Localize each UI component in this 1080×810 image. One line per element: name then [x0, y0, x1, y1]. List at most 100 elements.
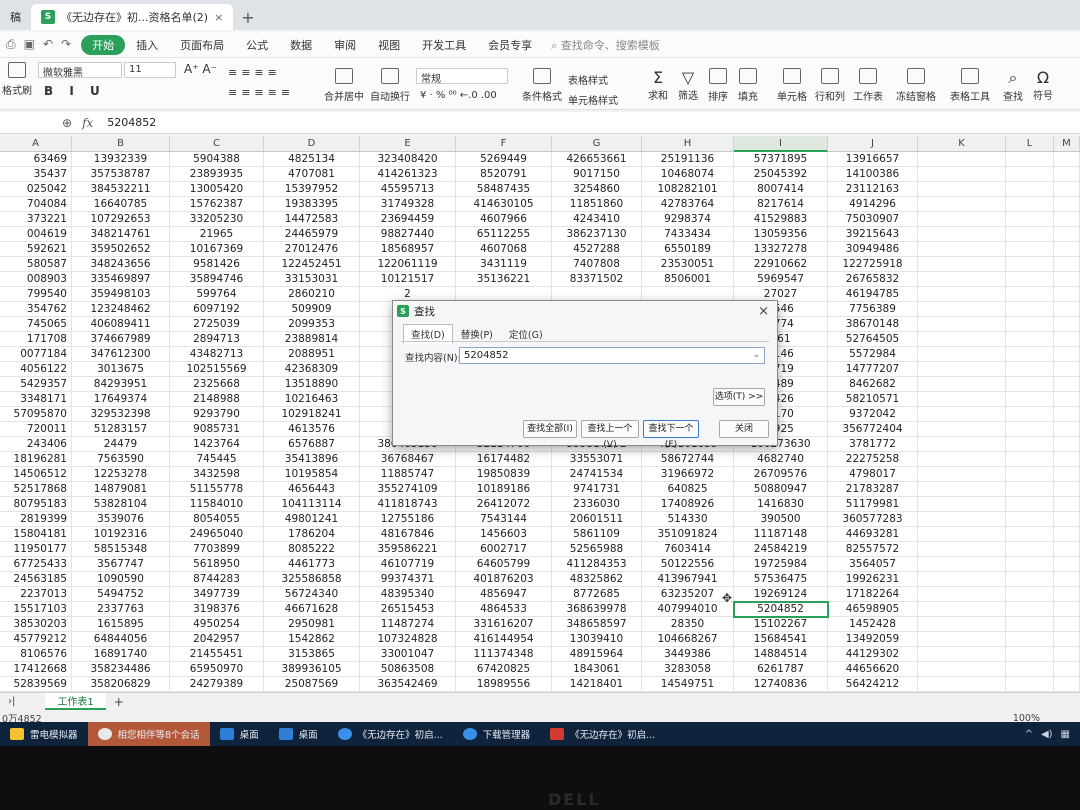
table-cell[interactable]: 107292653: [72, 212, 170, 227]
table-cell[interactable]: 26515453: [360, 602, 456, 617]
table-cell[interactable]: [918, 302, 1006, 317]
table-cell[interactable]: 4798017: [828, 467, 918, 482]
menu-developer[interactable]: 开发工具: [411, 37, 477, 53]
table-cell[interactable]: [1006, 227, 1054, 242]
table-cell[interactable]: [1006, 677, 1054, 692]
command-search[interactable]: ⌕ 查找命令、搜索模板: [551, 37, 660, 53]
options-button[interactable]: 选项(T) >>: [713, 388, 765, 406]
table-cell[interactable]: 514330: [642, 512, 734, 527]
table-cell[interactable]: 19383395: [264, 197, 360, 212]
table-cell[interactable]: [918, 557, 1006, 572]
table-cell[interactable]: 24479: [72, 437, 170, 452]
table-cell[interactable]: 23889814: [264, 332, 360, 347]
table-cell[interactable]: 44656620: [828, 662, 918, 677]
table-cell[interactable]: 26765832: [828, 272, 918, 287]
table-cell[interactable]: 799540: [0, 287, 72, 302]
table-cell[interactable]: 14218401: [552, 677, 642, 692]
table-cell[interactable]: [1054, 662, 1080, 677]
column-header-m[interactable]: M: [1054, 136, 1080, 152]
table-cell[interactable]: 12755186: [360, 512, 456, 527]
table-cell[interactable]: 356772404: [828, 422, 918, 437]
table-cell[interactable]: 2325668: [170, 377, 264, 392]
table-cell[interactable]: 122061119: [360, 257, 456, 272]
table-cell[interactable]: 56424212: [828, 677, 918, 692]
table-cell[interactable]: 4461773: [264, 557, 360, 572]
table-cell[interactable]: 363542469: [360, 677, 456, 692]
new-tab-button[interactable]: +: [233, 4, 262, 30]
table-cell[interactable]: 335469897: [72, 272, 170, 287]
table-cell[interactable]: 9372042: [828, 407, 918, 422]
table-cell[interactable]: 5904388: [170, 152, 264, 167]
table-cell[interactable]: 323408420: [360, 152, 456, 167]
table-cell[interactable]: [918, 632, 1006, 647]
table-cell[interactable]: 9293790: [170, 407, 264, 422]
table-cell[interactable]: [1054, 632, 1080, 647]
table-cell[interactable]: 4682740: [734, 452, 828, 467]
table-cell[interactable]: [1006, 407, 1054, 422]
table-cell[interactable]: [1006, 617, 1054, 632]
font-size-select[interactable]: 11: [124, 62, 176, 78]
column-header-g[interactable]: G: [552, 136, 642, 152]
table-cell[interactable]: [918, 317, 1006, 332]
table-cell[interactable]: 65112255: [456, 227, 552, 242]
table-cell[interactable]: [1006, 632, 1054, 647]
table-cell[interactable]: 8054055: [170, 512, 264, 527]
table-cell[interactable]: 3198376: [170, 602, 264, 617]
table-cell[interactable]: [918, 407, 1006, 422]
table-cell[interactable]: [918, 587, 1006, 602]
table-cell[interactable]: [1054, 257, 1080, 272]
table-cell[interactable]: [1006, 182, 1054, 197]
table-cell[interactable]: 348658597: [552, 617, 642, 632]
table-cell[interactable]: 7756389: [828, 302, 918, 317]
table-cell[interactable]: 3564057: [828, 557, 918, 572]
table-cell[interactable]: [1006, 212, 1054, 227]
table-cell[interactable]: [1054, 497, 1080, 512]
table-cell[interactable]: 411818743: [360, 497, 456, 512]
table-cell[interactable]: [1006, 332, 1054, 347]
table-cell[interactable]: 6002717: [456, 542, 552, 557]
table-cell[interactable]: 11584010: [170, 497, 264, 512]
table-cell[interactable]: [918, 272, 1006, 287]
table-cell[interactable]: 2819399: [0, 512, 72, 527]
table-cell[interactable]: 57371895: [734, 152, 828, 167]
table-cell[interactable]: [1006, 572, 1054, 587]
table-cell[interactable]: 8744283: [170, 572, 264, 587]
close-icon[interactable]: ×: [758, 304, 769, 319]
table-cell[interactable]: 720011: [0, 422, 72, 437]
table-cell[interactable]: 41529883: [734, 212, 828, 227]
table-cell[interactable]: 33553071: [552, 452, 642, 467]
table-cell[interactable]: [1006, 362, 1054, 377]
tab-previous[interactable]: 稿: [0, 4, 31, 30]
table-cell[interactable]: [1054, 512, 1080, 527]
table-cell[interactable]: [1054, 617, 1080, 632]
table-cell[interactable]: 102918241: [264, 407, 360, 422]
table-cell[interactable]: [918, 167, 1006, 182]
table-cell[interactable]: 373221: [0, 212, 72, 227]
table-cell[interactable]: [918, 662, 1006, 677]
table-cell[interactable]: 13039410: [552, 632, 642, 647]
table-cell[interactable]: [1054, 152, 1080, 167]
column-header-j[interactable]: J: [828, 136, 918, 152]
redo-icon[interactable]: ↷: [61, 37, 71, 52]
volume-icon[interactable]: ◀): [1041, 729, 1053, 740]
table-cell[interactable]: 2950981: [264, 617, 360, 632]
chevron-up-icon[interactable]: ^: [1025, 729, 1033, 740]
column-header-b[interactable]: B: [72, 136, 170, 152]
table-cell[interactable]: [1054, 677, 1080, 692]
table-cell[interactable]: 407994010: [642, 602, 734, 617]
table-cell[interactable]: 46671628: [264, 602, 360, 617]
table-cell[interactable]: 104668267: [642, 632, 734, 647]
table-cell[interactable]: 7543144: [456, 512, 552, 527]
table-cell[interactable]: 6097192: [170, 302, 264, 317]
taskbar-item-desktop-2[interactable]: 桌面: [269, 722, 328, 746]
table-cell[interactable]: 25045392: [734, 167, 828, 182]
table-cell[interactable]: [1054, 302, 1080, 317]
font-grow-icon[interactable]: A⁺ A⁻: [184, 62, 217, 76]
table-cell[interactable]: 4656443: [264, 482, 360, 497]
taskbar-item-doc-2[interactable]: 《无边存在》初启...: [540, 722, 665, 746]
table-cell[interactable]: [918, 287, 1006, 302]
table-cell[interactable]: [1006, 662, 1054, 677]
table-cell[interactable]: 57536475: [734, 572, 828, 587]
table-cell[interactable]: 1452428: [828, 617, 918, 632]
table-cell[interactable]: 51179981: [828, 497, 918, 512]
